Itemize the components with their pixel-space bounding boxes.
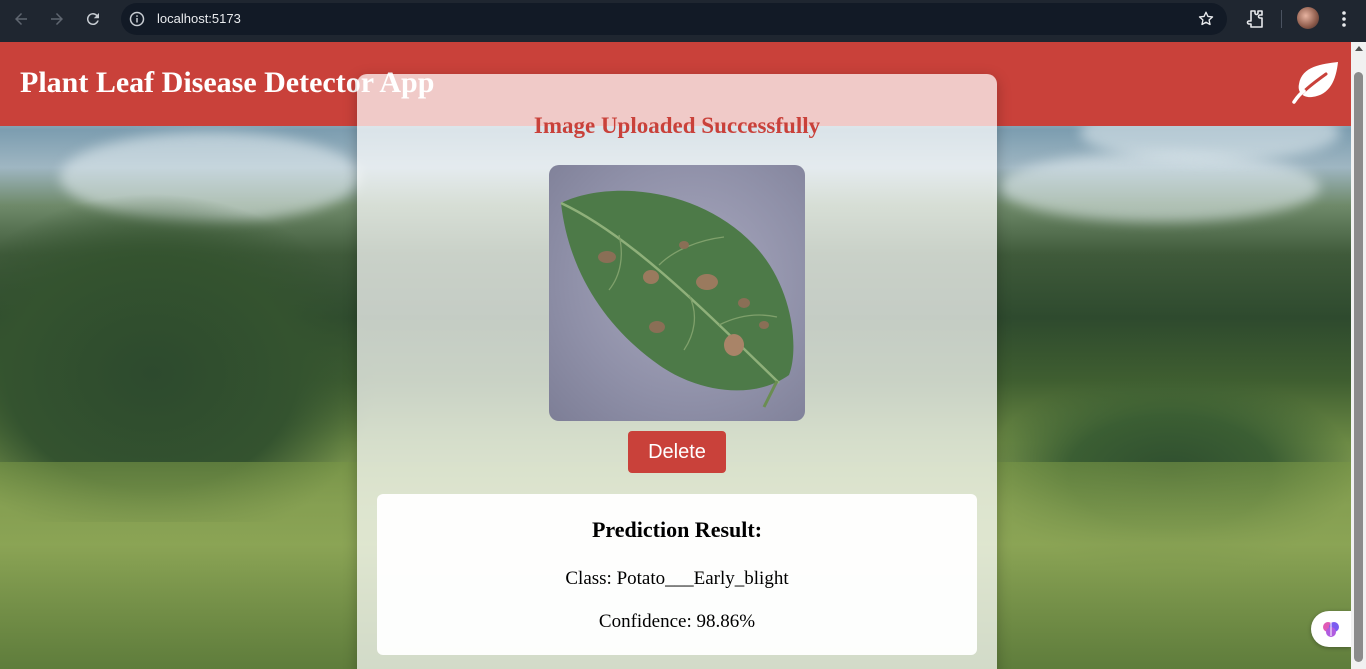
page-scrollbar[interactable] <box>1351 42 1366 669</box>
info-icon[interactable] <box>129 11 145 27</box>
reload-icon <box>86 13 99 26</box>
arrow-left-icon <box>15 13 27 25</box>
prediction-class: Class: Potato___Early_blight <box>565 568 789 589</box>
leaf-photo <box>560 190 794 408</box>
puzzle-icon[interactable] <box>1243 7 1267 31</box>
uploaded-leaf-image <box>549 165 805 421</box>
upload-status-title: Image Uploaded Successfully <box>533 113 821 138</box>
leaf-icon <box>1292 62 1338 104</box>
back-button[interactable] <box>9 7 33 31</box>
floating-assistant-widget[interactable] <box>1311 611 1351 647</box>
brain-icon <box>1323 622 1339 637</box>
scroll-thumb[interactable] <box>1354 72 1363 662</box>
forward-button[interactable] <box>45 7 69 31</box>
url-text[interactable]: localhost:5173 <box>157 11 241 26</box>
delete-button[interactable]: Delete <box>628 431 726 473</box>
kebab-menu-icon[interactable] <box>1333 7 1355 31</box>
toolbar-divider <box>1281 10 1282 28</box>
browser-toolbar: localhost:5173 <box>0 0 1366 42</box>
prediction-confidence: Confidence: 98.86% <box>598 611 756 632</box>
prediction-result-panel: Prediction Result: Class: Potato___Early… <box>377 494 977 655</box>
star-icon[interactable] <box>1197 10 1215 28</box>
avatar[interactable] <box>1297 7 1319 29</box>
arrow-right-icon <box>51 13 63 25</box>
page-viewport: Plant Leaf Disease Detector App Image Up… <box>0 42 1351 669</box>
upload-card: Image Uploaded Successfully Delete Predi… <box>357 74 997 669</box>
scroll-up-arrow[interactable] <box>1355 46 1363 51</box>
prediction-heading: Prediction Result: <box>591 517 763 542</box>
background-cloud <box>1000 152 1320 222</box>
reload-button[interactable] <box>81 7 105 31</box>
address-bar[interactable]: localhost:5173 <box>121 3 1227 35</box>
